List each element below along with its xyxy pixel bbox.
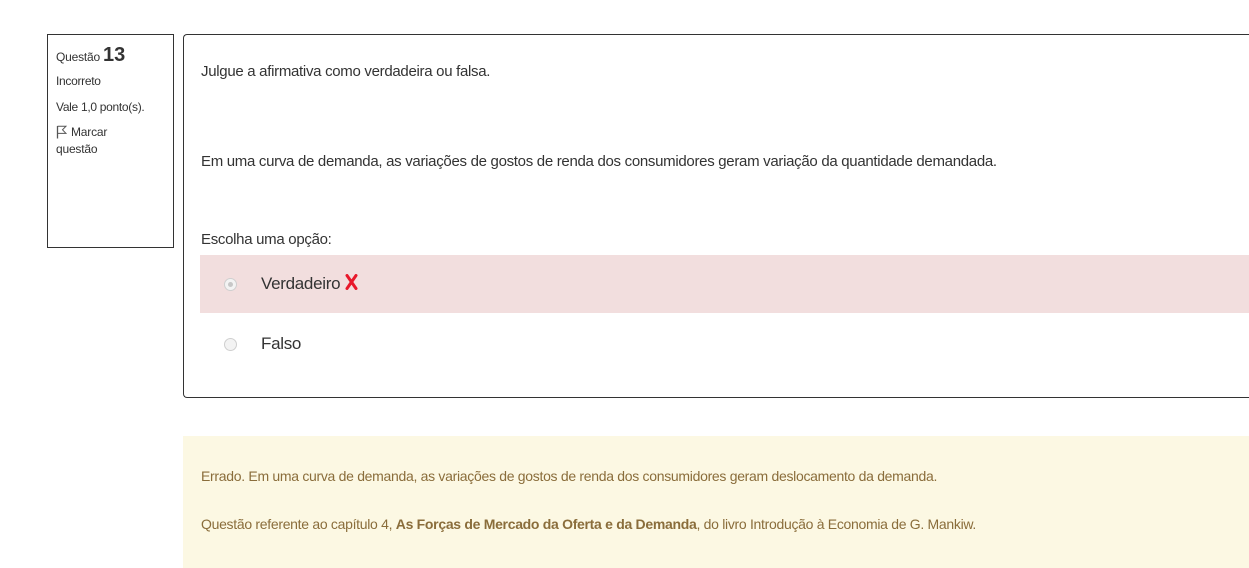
question-content: Julgue a afirmativa como verdadeira ou f… [183,34,1249,398]
option-label-verdadeiro: Verdadeiro [261,274,341,293]
choose-option-label: Escolha uma opção: [201,231,332,248]
feedback-text: Errado. Em uma curva de demanda, as vari… [201,468,938,484]
flag-label-line1: Marcar [71,125,108,139]
question-label: Questão [56,50,100,64]
quiz-page: Questão 13 Incorreto Vale 1,0 ponto(s). M… [0,0,1249,568]
flag-icon [56,125,68,142]
question-statement: Em uma curva de demanda, as variações de… [201,153,997,170]
option-verdadeiro[interactable]: Verdadeiro [200,255,1249,313]
question-number: 13 [102,44,126,66]
feedback-reference-post: , do livro Introdução à Economia de G. M… [696,516,977,532]
feedback-box: Errado. Em uma curva de demanda, as vari… [183,436,1249,568]
feedback-reference-pre: Questão referente ao capítulo 4, [201,516,396,532]
question-prompt: Julgue a afirmativa como verdadeira ou f… [201,63,491,80]
question-state: Incorreto [56,74,101,88]
radio-falso[interactable] [224,337,237,351]
option-falso[interactable]: Falso [200,315,1249,373]
flag-question-button[interactable]: Marcar questão [56,125,165,156]
option-label-falso: Falso [261,334,302,353]
feedback-reference: Questão referente ao capítulo 4, As Forç… [201,516,976,532]
flag-label-line2: questão [56,142,98,156]
question-grade: Vale 1,0 ponto(s). [56,100,145,114]
radio-verdadeiro[interactable] [224,277,237,291]
question-number-heading: Questão 13 [56,44,165,68]
question-info-panel: Questão 13 Incorreto Vale 1,0 ponto(s). M… [47,34,174,248]
feedback-chapter-title: As Forças de Mercado da Oferta e da Dema… [395,516,697,532]
incorrect-x-icon [345,273,358,295]
